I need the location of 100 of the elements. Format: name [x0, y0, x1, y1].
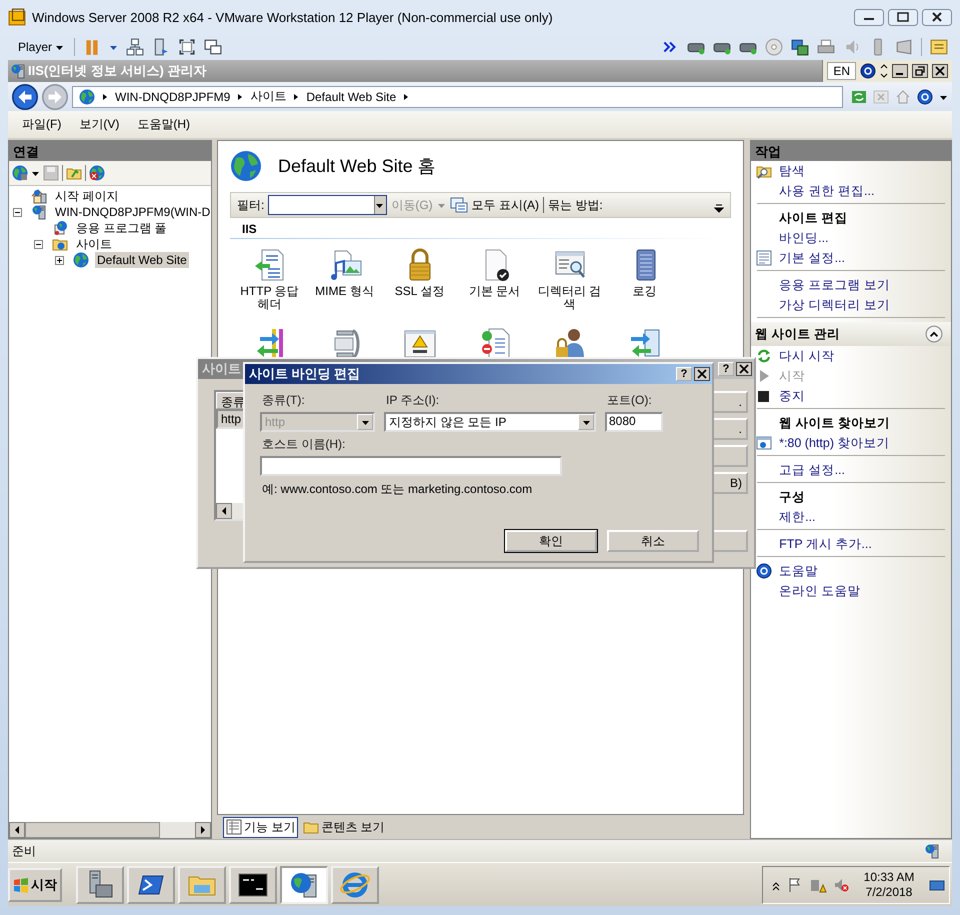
start-button[interactable]: 시작	[8, 868, 62, 902]
restore-icon[interactable]	[912, 64, 928, 78]
iis-icon	[10, 63, 26, 79]
printer-icon[interactable]	[817, 38, 835, 56]
taskbar-button[interactable]	[229, 866, 277, 904]
maximize-icon[interactable]	[888, 8, 918, 26]
scroll-left-icon[interactable]	[216, 503, 232, 519]
close-icon[interactable]	[694, 367, 710, 381]
flag-icon[interactable]	[787, 876, 803, 893]
tree-item[interactable]: 응용 프로그램 풀	[74, 220, 169, 236]
help-button[interactable]: ?	[718, 362, 734, 376]
dialog-button[interactable]: 취소	[607, 530, 699, 552]
feature-label[interactable]: 디렉터리 검색	[534, 285, 606, 311]
action-link[interactable]: 도움말	[779, 562, 818, 580]
minimize-icon[interactable]	[892, 64, 908, 78]
show-all-button[interactable]: 모두 표시(A)	[472, 196, 540, 214]
player-menu[interactable]: Player	[16, 40, 66, 54]
help-icon[interactable]	[860, 63, 876, 79]
scroll-left-icon[interactable]	[9, 822, 25, 838]
section-heading: 웹 사이트 찾아보기	[779, 414, 890, 432]
ip-select[interactable]: 지정하지 않은 모든 IP	[384, 412, 596, 432]
close-icon[interactable]	[736, 362, 752, 376]
action-link[interactable]: 기본 설정...	[779, 250, 845, 266]
breadcrumb-item[interactable]: WIN-DNQD8PJPFM9	[115, 90, 230, 104]
collapse-icon[interactable]	[34, 240, 43, 248]
action-link[interactable]: 온라인 도움말	[779, 582, 861, 600]
action-link[interactable]: 사용 권한 편집...	[779, 182, 874, 200]
menu-item[interactable]: 파일(F)	[22, 116, 62, 133]
help-icon[interactable]	[917, 88, 933, 104]
windows-flag-icon	[13, 876, 29, 893]
collapse-icon[interactable]	[13, 208, 22, 216]
tree-item[interactable]: WIN-DNQD8PJPFM9(WIN-D	[53, 204, 212, 220]
action-link[interactable]: 탐색	[779, 162, 806, 180]
globe-icon	[79, 88, 95, 104]
home-server-icon	[31, 188, 47, 204]
tree-item[interactable]: 시작 페이지	[53, 188, 120, 204]
field-label: IP 주소(I):	[385, 392, 440, 409]
scroll-right-icon[interactable]	[195, 822, 211, 838]
filter-field[interactable]	[268, 195, 388, 215]
refresh-icon[interactable]	[851, 88, 867, 104]
back-icon[interactable]	[12, 84, 38, 110]
feature-label[interactable]: SSL 설정	[384, 285, 456, 298]
address-field[interactable]: WIN-DNQD8PJPFM9 사이트 Default Web Site	[72, 86, 843, 108]
expand-icon[interactable]	[55, 256, 64, 264]
minimize-icon[interactable]	[854, 8, 884, 26]
dialog-title: 사이트 바인딩 편집	[249, 365, 360, 383]
server-icon	[924, 843, 940, 860]
help-button[interactable]: ?	[676, 367, 692, 381]
group-by-menu[interactable]: 묶는 방법:	[548, 196, 603, 214]
speaker-muted-icon[interactable]	[833, 876, 849, 893]
collapse-icon[interactable]	[925, 325, 943, 343]
feature-label[interactable]: HTTP 응답 헤더	[234, 285, 306, 311]
show-all-icon[interactable]	[450, 197, 468, 213]
globe-icon	[230, 150, 262, 182]
taskbar-button[interactable]	[127, 866, 175, 904]
action-link[interactable]: 중지	[779, 388, 806, 404]
section-title: 웹 사이트 관리	[755, 326, 840, 342]
taskbar-button[interactable]	[280, 866, 328, 904]
language-indicator[interactable]: EN	[827, 62, 856, 80]
network-adapter-icon[interactable]	[791, 38, 809, 56]
filter-label: 필터:	[237, 196, 264, 214]
connect-icon[interactable]	[12, 165, 28, 181]
dialog-button[interactable]: 확인	[505, 530, 597, 552]
port-field[interactable]: 8080	[605, 412, 663, 432]
feature-label[interactable]: 기본 문서	[458, 285, 530, 298]
feature-label[interactable]: MIME 형식	[308, 285, 380, 298]
disc-icon[interactable]	[765, 38, 783, 56]
tree-item[interactable]: 사이트	[74, 236, 114, 252]
action-link[interactable]: 바인딩...	[779, 230, 829, 246]
fullscreen-icon[interactable]	[178, 38, 196, 56]
breadcrumb-item[interactable]: 사이트	[250, 88, 286, 105]
scrollbar-thumb[interactable]	[25, 822, 160, 838]
breadcrumb-item[interactable]: Default Web Site	[306, 90, 396, 104]
taskbar-button[interactable]	[76, 866, 124, 904]
action-link[interactable]: *:80 (http) 찾아보기	[779, 434, 890, 452]
view-tab[interactable]: 콘텐츠 보기	[300, 816, 388, 838]
feature-label[interactable]: 로깅	[608, 285, 680, 298]
action-link[interactable]: 가상 디렉터리 보기	[779, 296, 890, 314]
display-icon[interactable]	[895, 38, 913, 56]
menu-item[interactable]: 보기(V)	[79, 116, 120, 133]
action-link[interactable]: 다시 시작	[779, 348, 835, 364]
action-link[interactable]: 제한...	[779, 508, 816, 526]
network-icon[interactable]	[126, 38, 144, 56]
menu-item[interactable]: 도움말(H)	[137, 116, 190, 133]
vmware-logo-icon	[8, 8, 26, 26]
refresh-icon	[756, 348, 772, 364]
host-field[interactable]	[260, 456, 562, 476]
action-link[interactable]: FTP 게시 추가...	[779, 536, 872, 552]
message-icon[interactable]	[930, 38, 948, 56]
windows-icon[interactable]	[204, 38, 222, 56]
status-text: 준비	[12, 842, 36, 860]
view-tab[interactable]: 기능 보기	[223, 816, 298, 838]
options-icon[interactable]	[880, 63, 888, 79]
disconnect-icon[interactable]	[89, 165, 105, 181]
section-heading: 구성	[779, 488, 806, 506]
action-link[interactable]: 응용 프로그램 보기	[779, 276, 890, 294]
action-link[interactable]: 고급 설정...	[779, 462, 845, 478]
tree-item[interactable]: Default Web Site	[95, 252, 189, 268]
close-icon[interactable]	[922, 8, 952, 26]
close-icon[interactable]	[932, 64, 948, 78]
